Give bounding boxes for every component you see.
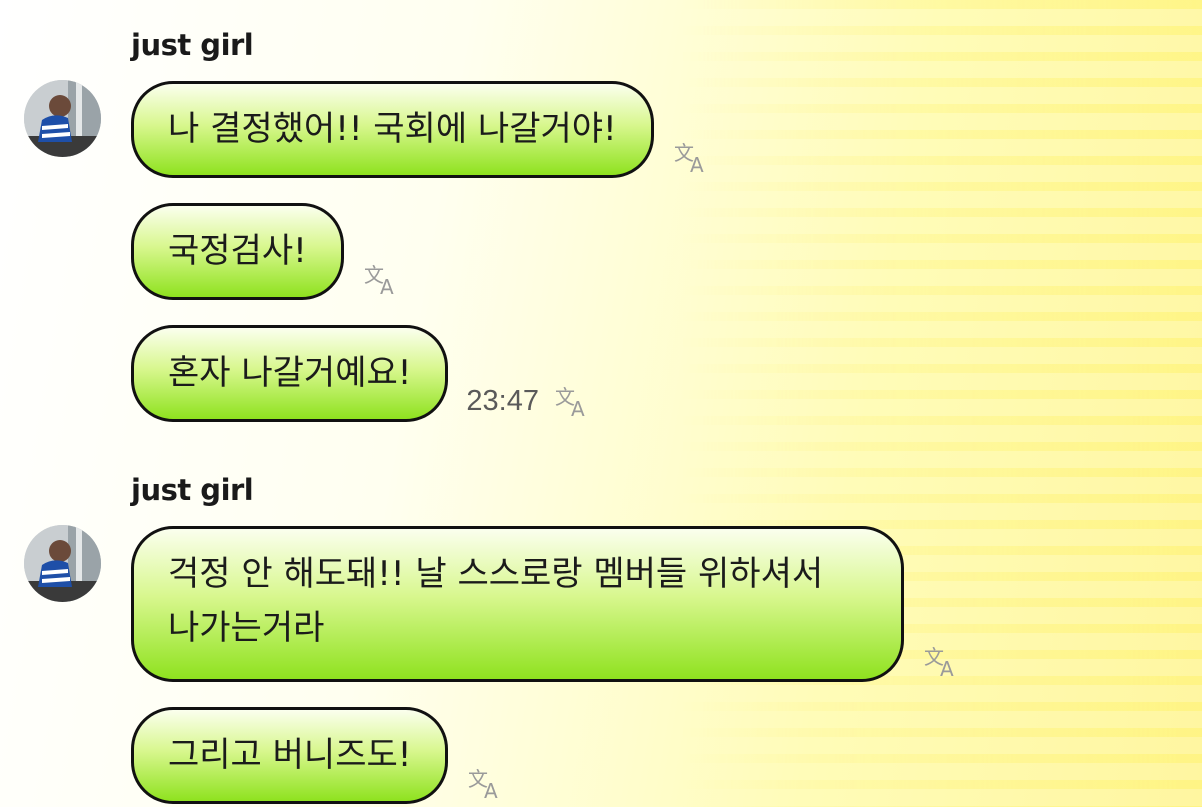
svg-text:A: A (940, 657, 954, 680)
message-meta: 文A (466, 766, 506, 803)
svg-text:A: A (484, 779, 498, 802)
message-time: 23:47 (466, 385, 539, 417)
message-row: 국정검사! 文A (131, 203, 402, 300)
avatar[interactable] (24, 525, 101, 602)
message-bubble[interactable]: 그리고 버니즈도! (131, 707, 449, 804)
translate-icon[interactable]: 文A (922, 644, 962, 681)
message-bubble[interactable]: 나 결정했어!! 국회에 나갈거야! (131, 81, 654, 178)
svg-text:A: A (571, 397, 585, 420)
message-bubble[interactable]: 혼자 나갈거예요! (131, 325, 449, 422)
message-bubble[interactable]: 걱정 안 해도돼!! 날 스스로랑 멤버들 위하셔서 나가는거라 (131, 526, 904, 682)
translate-icon[interactable]: 文A (553, 384, 593, 421)
message-meta: 文A (672, 140, 712, 177)
message-row: 나 결정했어!! 국회에 나갈거야! 文A (131, 81, 712, 178)
avatar-image (24, 80, 101, 157)
avatar[interactable] (24, 80, 101, 157)
message-meta: 文A (922, 644, 962, 681)
message-meta: 23:47 文A (466, 384, 593, 421)
svg-text:A: A (690, 153, 704, 176)
message-row: 걱정 안 해도돼!! 날 스스로랑 멤버들 위하셔서 나가는거라 文A (131, 526, 962, 682)
message-bubble[interactable]: 국정검사! (131, 203, 344, 300)
svg-text:A: A (380, 275, 394, 298)
translate-icon[interactable]: 文A (362, 262, 402, 299)
translate-icon[interactable]: 文A (466, 766, 506, 803)
background-stripes (682, 0, 1202, 807)
translate-icon[interactable]: 文A (672, 140, 712, 177)
message-row: 혼자 나갈거예요! 23:47 文A (131, 325, 593, 422)
sender-name[interactable]: just girl (131, 28, 254, 62)
sender-name[interactable]: just girl (131, 473, 254, 507)
message-row: 그리고 버니즈도! 文A (131, 707, 506, 804)
avatar-image (24, 525, 101, 602)
message-meta: 文A (362, 262, 402, 299)
